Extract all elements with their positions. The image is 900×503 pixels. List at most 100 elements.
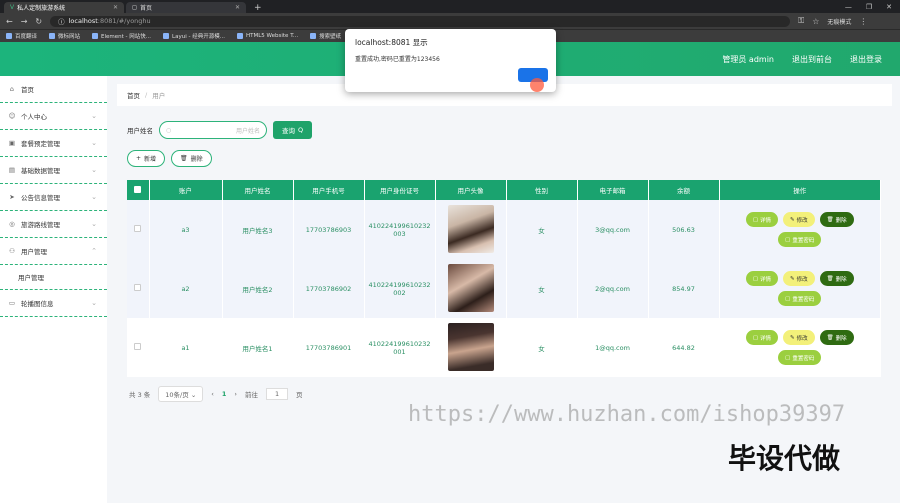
close-icon[interactable]: ✕ <box>235 4 240 11</box>
select-all-cell[interactable] <box>127 180 150 200</box>
bookmark-label: 搜索壁纸 <box>319 34 342 40</box>
delete-button[interactable]: 🗑 删除 <box>171 150 212 167</box>
row-checkbox[interactable] <box>134 343 142 350</box>
select-all-checkbox[interactable] <box>134 185 142 193</box>
browser-tab[interactable]: ◻ 首页 ✕ <box>126 2 246 13</box>
edit-icon: ✎ <box>790 334 795 341</box>
incognito-badge[interactable]: 无痕模式 <box>827 17 851 26</box>
search-placeholder: 用户姓名 <box>235 127 260 135</box>
add-button[interactable]: + 新增 <box>127 150 166 167</box>
avatar[interactable] <box>447 204 494 253</box>
cell-gender: 女 <box>506 318 578 377</box>
row-checkbox[interactable] <box>134 284 142 291</box>
detail-button[interactable]: ▢ 详情 <box>745 212 779 227</box>
row-delete-button[interactable]: 🗑 删除 <box>819 271 854 286</box>
bookmark-label: HTML5 Website T... <box>245 33 299 39</box>
home-icon: ⌂ <box>9 85 15 93</box>
detail-button[interactable]: ▢ 详情 <box>745 330 779 345</box>
sidebar-item-carousel[interactable]: ▭ 轮播图信息 ⌄ <box>0 290 107 317</box>
column-header: 用户姓名 <box>222 180 294 200</box>
reset-password-button[interactable]: ▢ 重置密码 <box>778 291 822 306</box>
new-tab-icon[interactable]: + <box>248 3 268 13</box>
action-row: + 新增 🗑 删除 <box>127 150 212 167</box>
search-input[interactable]: ○ 用户姓名 <box>159 121 267 139</box>
sidebar-item-notice[interactable]: ➤ 公告信息管理 ⌄ <box>0 184 107 211</box>
maximize-icon[interactable]: ❐ <box>866 3 872 11</box>
add-button-label: 新增 <box>144 156 157 163</box>
pagination: 共 3 条 10条/页 ⌄ ‹ 1 › 前往 1 页 <box>129 386 303 402</box>
star-icon[interactable]: ☆ <box>812 17 819 26</box>
cell-balance: 854.97 <box>648 259 720 318</box>
sidebar-item-users[interactable]: ⚇ 用户管理 ⌃ <box>0 238 107 265</box>
row-delete-button[interactable]: 🗑 删除 <box>819 212 854 227</box>
minimize-icon[interactable]: — <box>845 3 852 11</box>
key-icon[interactable]: ⚿ <box>798 16 804 26</box>
cell-avatar <box>435 259 507 318</box>
edit-button[interactable]: ✎ 修改 <box>783 330 815 345</box>
bookmark-item[interactable]: Element - 网站快... <box>92 32 151 40</box>
user-table: 账户 用户姓名 用户手机号 用户身份证号 用户头像 性别 电子邮箱 余额 操作 … <box>127 180 881 377</box>
reset-password-button[interactable]: ▢ 重置密码 <box>778 232 822 247</box>
cell-phone: 17703786903 <box>293 200 365 259</box>
cell-avatar <box>435 200 507 259</box>
back-icon[interactable]: ← <box>6 17 13 26</box>
edit-icon: ✎ <box>790 216 795 223</box>
bookmark-item[interactable]: HTML5 Website T... <box>236 33 299 39</box>
sidebar-subitem-user-management[interactable]: 用户管理 <box>0 265 107 290</box>
page-size-select[interactable]: 10条/页 ⌄ <box>158 386 204 402</box>
goto-input[interactable]: 1 <box>266 388 289 400</box>
edit-button[interactable]: ✎ 修改 <box>783 212 815 227</box>
avatar[interactable] <box>447 322 494 371</box>
detail-label: 详情 <box>760 276 772 283</box>
next-page-icon[interactable]: › <box>234 390 237 398</box>
user-icon: ☺ <box>8 112 16 120</box>
row-delete-button[interactable]: 🗑 删除 <box>819 330 854 345</box>
sidebar-item-base-data[interactable]: ▤ 基础数据管理 ⌄ <box>0 157 107 184</box>
window-close-icon[interactable]: ✕ <box>886 3 892 11</box>
detail-label: 详情 <box>760 217 772 224</box>
bookmark-item[interactable]: 微标网站 <box>49 32 80 40</box>
column-header: 操作 <box>719 180 881 200</box>
trash-icon: 🗑 <box>180 155 188 162</box>
id-card-line1: 410224199610232 <box>368 339 431 348</box>
url-field[interactable]: ⓘ localhost:8081/#/yonghu <box>50 15 791 27</box>
cell-ops: ▢ 详情 ✎ 修改 🗑 删除 ▢ 重置密码 <box>719 318 881 377</box>
close-icon[interactable]: ✕ <box>113 4 118 11</box>
reload-icon[interactable]: ↻ <box>35 17 42 26</box>
sidebar-item-label: 公告信息管理 <box>21 194 60 202</box>
edit-label: 修改 <box>796 276 808 283</box>
logout-front-link[interactable]: 退出到前台 <box>792 54 832 65</box>
vue-icon: V <box>10 4 15 11</box>
detail-button[interactable]: ▢ 详情 <box>745 271 779 286</box>
breadcrumb-home[interactable]: 首页 <box>127 90 140 100</box>
search-button[interactable]: 查询 Q <box>273 121 313 139</box>
page-number[interactable]: 1 <box>222 390 227 398</box>
doc-icon: ▢ <box>785 236 791 243</box>
delete-label: 删除 <box>835 335 847 342</box>
current-user: 管理员 admin <box>722 54 774 64</box>
menu-icon[interactable]: ⋮ <box>859 17 867 26</box>
id-card-line2: 002 <box>393 288 406 297</box>
cell-name: 用户姓名2 <box>222 259 294 318</box>
bookmark-item[interactable]: Layui - 经典开源模... <box>163 32 225 40</box>
column-header: 用户身份证号 <box>364 180 436 200</box>
bookmark-item[interactable]: 百度翻译 <box>6 32 37 40</box>
info-icon: ⓘ <box>58 18 65 26</box>
bookmark-icon <box>92 33 99 39</box>
chevron-down-icon: ⌄ <box>91 166 97 174</box>
logout-link[interactable]: 退出登录 <box>850 54 882 65</box>
edit-button[interactable]: ✎ 修改 <box>783 271 815 286</box>
row-checkbox[interactable] <box>134 225 142 232</box>
sidebar-item-home[interactable]: ⌂ 首页 <box>0 76 107 103</box>
bookmark-icon <box>6 33 12 39</box>
bookmark-label: 微标网站 <box>58 34 81 40</box>
sidebar-item-routes[interactable]: ◎ 旅游路线管理 ⌄ <box>0 211 107 238</box>
sidebar-item-profile[interactable]: ☺ 个人中心 ⌄ <box>0 103 107 130</box>
bookmark-item[interactable]: 搜索壁纸 <box>310 32 341 40</box>
avatar[interactable] <box>447 263 494 312</box>
prev-page-icon[interactable]: ‹ <box>211 390 214 398</box>
forward-icon[interactable]: → <box>21 17 28 26</box>
browser-tab-active[interactable]: V 私人定制旅游系统 ✕ <box>4 2 124 13</box>
reset-password-button[interactable]: ▢ 重置密码 <box>778 350 822 365</box>
sidebar-item-package-booking[interactable]: ▣ 套餐预定管理 ⌄ <box>0 130 107 157</box>
